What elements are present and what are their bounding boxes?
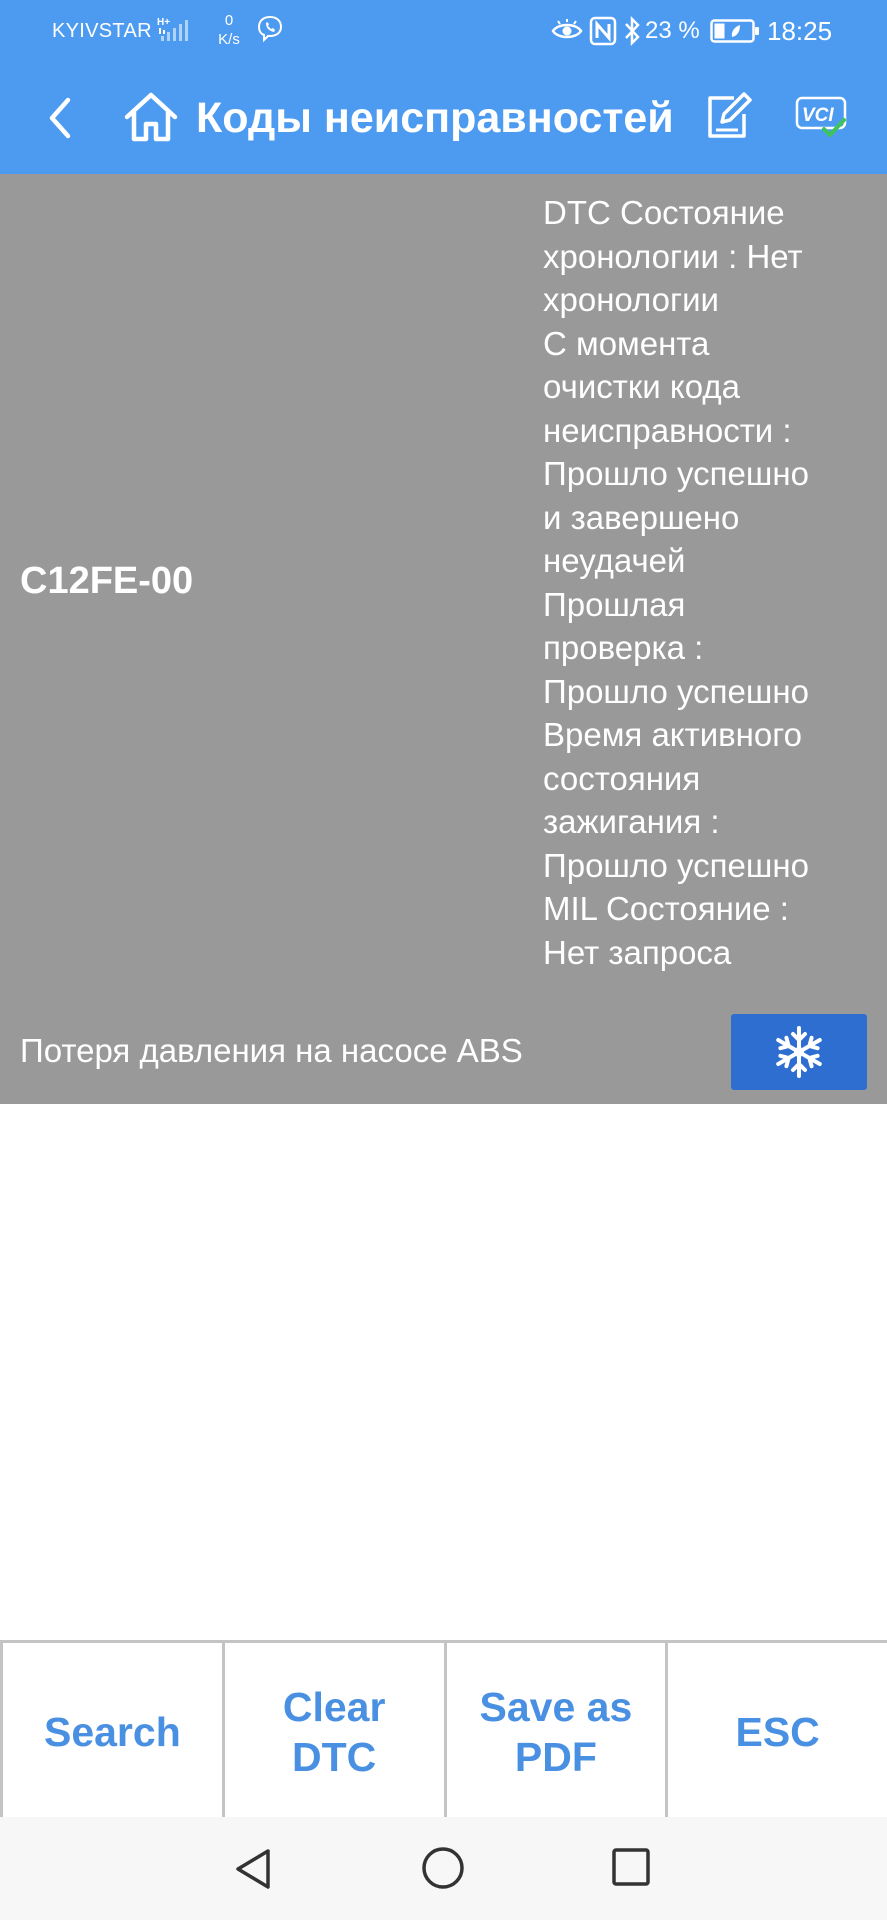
bottom-toolbar: Search Clear DTC Save as PDF ESC xyxy=(0,1640,887,1817)
dtc-detail-line: Прошло успешно xyxy=(543,455,809,492)
dtc-detail-line: Время активного xyxy=(543,716,802,753)
save-as-pdf-button[interactable]: Save as PDF xyxy=(447,1643,669,1817)
signal-icon: H+ xyxy=(157,17,188,41)
dtc-detail-line: Прошлая xyxy=(543,585,686,623)
freeze-frame-button[interactable] xyxy=(731,1014,867,1090)
page-title: Коды неисправностей xyxy=(196,94,674,142)
dtc-item[interactable]: C12FE-00 DTC Состояние хронологии : Нет … xyxy=(0,174,887,1104)
dtc-detail-line: очистки кода xyxy=(543,368,740,405)
dtc-detail-line: Прошло успешно xyxy=(543,846,809,884)
bluetooth-icon xyxy=(625,15,640,47)
dtc-detail-line: зажигания : xyxy=(543,803,720,840)
nfc-icon xyxy=(589,16,617,46)
system-nav-bar xyxy=(0,1817,887,1920)
svg-text:H+: H+ xyxy=(157,17,170,28)
home-icon[interactable] xyxy=(122,90,180,144)
dtc-detail-line: MIL Состояние : xyxy=(543,890,789,927)
snowflake-icon xyxy=(776,1026,822,1078)
battery-percent: 23 % xyxy=(645,17,700,44)
back-icon[interactable] xyxy=(40,92,84,144)
vci-icon[interactable]: VCI xyxy=(795,96,849,138)
status-bar: KYIVSTAR H+ 0 K/s 23 % 18:25 xyxy=(0,0,887,62)
app-bar: Коды неисправностей VCI xyxy=(0,62,887,174)
clock: 18:25 xyxy=(767,16,833,46)
nav-back-icon[interactable] xyxy=(232,1845,276,1893)
dtc-detail-line: DTC Состояние xyxy=(543,194,785,231)
viber-icon xyxy=(257,15,283,43)
edit-icon[interactable] xyxy=(704,90,754,142)
nav-recent-icon[interactable] xyxy=(611,1847,651,1887)
svg-text:VCI: VCI xyxy=(802,105,834,126)
network-speed: 0 K/s xyxy=(211,11,247,49)
screen: KYIVSTAR H+ 0 K/s 23 % 18:25 Коды неиспр… xyxy=(0,0,887,1920)
dtc-detail-line: состояния xyxy=(543,759,701,797)
clear-dtc-button[interactable]: Clear DTC xyxy=(225,1643,447,1817)
eye-icon xyxy=(551,19,583,39)
dtc-detail-line: хронологии xyxy=(543,281,719,318)
dtc-detail-line: и завершено xyxy=(543,498,740,536)
dtc-status-details: DTC Состояние хронологии : Нет хронологи… xyxy=(543,191,873,974)
dtc-detail-line: проверка : xyxy=(543,629,704,666)
battery-icon xyxy=(710,19,759,43)
speed-value: 0 xyxy=(224,12,234,29)
speed-unit: K/s xyxy=(218,31,240,48)
dtc-detail-line: неисправности : xyxy=(543,411,792,449)
dtc-detail-line: Нет запроса xyxy=(543,933,732,971)
nav-home-icon[interactable] xyxy=(420,1845,466,1891)
dtc-detail-line: Прошло успешно xyxy=(543,672,809,710)
dtc-description: Потеря давления на насосе ABS xyxy=(20,1032,523,1069)
dtc-detail-line: хронологии : Нет xyxy=(543,237,803,275)
dtc-code: C12FE-00 xyxy=(20,560,194,602)
dtc-detail-line: С момента xyxy=(543,324,710,362)
esc-button[interactable]: ESC xyxy=(668,1643,887,1817)
search-button[interactable]: Search xyxy=(0,1643,225,1817)
dtc-detail-line: неудачей xyxy=(543,542,686,579)
carrier-label: KYIVSTAR xyxy=(52,20,152,42)
